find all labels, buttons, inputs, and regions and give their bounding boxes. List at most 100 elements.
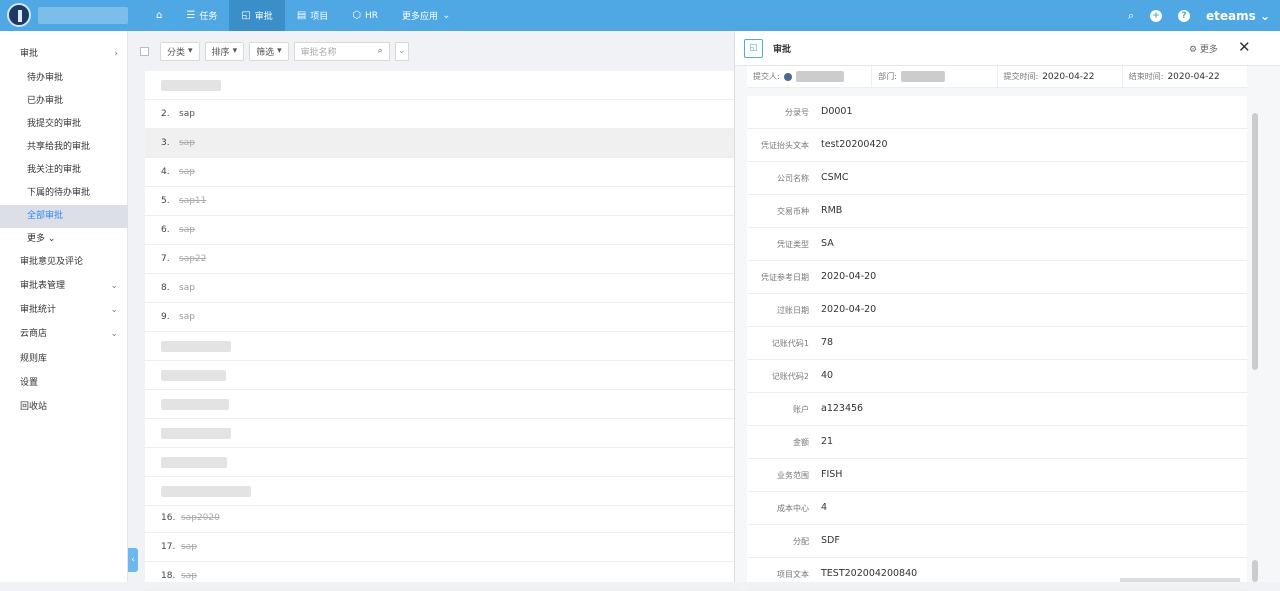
chevron-down-icon: ⌄ — [442, 10, 451, 21]
sidebar-item-label: 审批统计 — [20, 305, 57, 315]
sidebar-item-cloud-store[interactable]: 云商店 ⌄ — [0, 323, 128, 346]
field-row: 项目文本 TEST202004200840 — [747, 558, 1247, 591]
sidebar-item-submitted[interactable]: 我提交的审批 — [0, 113, 128, 136]
sidebar-item-all[interactable]: 全部审批 — [0, 205, 128, 228]
list-item[interactable]: 5. sap11 — [145, 187, 740, 216]
field-row: 记账代码1 78 — [747, 327, 1247, 360]
form-fields: 分录号 D0001 凭证抬头文本 test20200420 公司名称 CSMC 交易币… — [747, 96, 1247, 591]
sidebar-item-label: 更多 — [27, 234, 46, 244]
search-icon[interactable]: ⌕ — [378, 46, 383, 56]
nav-project[interactable]: ▤ 项目 — [285, 0, 340, 31]
field-label: 金额 — [793, 438, 809, 447]
sidebar-item-settings[interactable]: 设置 — [0, 372, 128, 395]
nav-more-apps[interactable]: 更多应用 ⌄ — [390, 0, 462, 31]
submitter: 提交人: — [747, 66, 873, 87]
add-icon[interactable]: + — [1149, 9, 1162, 22]
field-row: 金额 21 — [747, 426, 1247, 459]
close-icon[interactable]: ✕ — [1238, 38, 1251, 56]
sidebar-item-rules[interactable]: 规则库 — [0, 348, 128, 371]
search-options-dropdown[interactable]: ⌄ — [394, 41, 409, 61]
field-value: TEST202004200840 — [821, 568, 918, 579]
row-title: sap — [179, 138, 195, 148]
filter-label: 筛选 — [256, 47, 275, 58]
sidebar-item-done[interactable]: 已办审批 — [0, 90, 128, 113]
list-item[interactable]: 4. sap — [145, 158, 740, 187]
row-title: sap — [179, 109, 195, 119]
field-value: 40 — [821, 370, 834, 381]
user-avatar[interactable] — [7, 3, 31, 27]
more-menu-button[interactable]: ⚙ 更多 — [1189, 42, 1218, 55]
sidebar-item-shared[interactable]: 共享给我的审批 — [0, 136, 128, 159]
nav-home[interactable]: ⌂ — [144, 0, 174, 31]
list-item[interactable] — [145, 448, 740, 477]
list-item[interactable]: 8. sap — [145, 274, 740, 303]
filter-dropdown[interactable]: 筛选 ▾ — [249, 41, 289, 61]
list-item[interactable]: 16. sap2020 — [145, 504, 740, 533]
sidebar-item-pending[interactable]: 待办审批 — [0, 67, 128, 90]
sidebar-item-form-manage[interactable]: 审批表管理 ⌄ — [0, 275, 128, 298]
dept-name-blurred — [900, 71, 945, 82]
list-item[interactable]: 3. sap — [145, 129, 740, 158]
sidebar-item-statistics[interactable]: 审批统计 ⌄ — [0, 299, 128, 322]
sidebar-collapse-button[interactable]: ‹ — [128, 548, 138, 572]
field-label: 公司名称 — [777, 174, 809, 183]
sort-dropdown[interactable]: 排序 ▾ — [204, 41, 245, 61]
sidebar-item-comments[interactable]: 审批意见及评论 — [0, 251, 128, 274]
row-title: sap11 — [179, 196, 207, 206]
nav-tasks[interactable]: ☰ 任务 — [174, 0, 229, 31]
list-item[interactable] — [145, 361, 740, 390]
company-name-blurred — [38, 7, 128, 24]
field-value: test20200420 — [821, 139, 888, 150]
nav-approval-label: 审批 — [254, 12, 273, 22]
chevron-down-icon: ⌄ — [47, 234, 56, 244]
select-all-checkbox[interactable] — [140, 46, 149, 56]
list-item[interactable]: 9. sap — [145, 303, 740, 332]
sidebar-item-label: 审批表管理 — [20, 281, 66, 291]
list-item[interactable] — [145, 71, 740, 100]
list-item[interactable] — [145, 332, 740, 361]
hr-icon: ⬡ — [352, 10, 362, 21]
sidebar-item-label: 规则库 — [20, 354, 48, 364]
row-number: 5. — [161, 196, 170, 206]
sidebar-item-label: 云商店 — [20, 329, 48, 339]
main-nav: ⌂ ☰ 任务 ◱ 审批 ▤ 项目 ⬡ HR 更多应用 ⌄ — [144, 0, 462, 31]
brand-menu[interactable]: eteams ⌄ — [1206, 9, 1270, 23]
panel-scrollbar[interactable] — [1252, 113, 1258, 370]
field-label: 成本中心 — [777, 504, 809, 513]
field-row: 账户 a123456 — [747, 393, 1247, 426]
sidebar-item-recycle[interactable]: 回收站 — [0, 396, 128, 419]
submitter-label: 提交人: — [753, 72, 780, 81]
sidebar-item-approval[interactable]: 审批 › — [0, 43, 128, 66]
list-item[interactable] — [145, 419, 740, 448]
approval-meta: 提交人: 部门: 提交时间: 2020-04-22 结束时间: 2020-04-22 — [747, 66, 1247, 88]
field-row: 记账代码2 40 — [747, 360, 1247, 393]
page-scrollbar[interactable] — [1252, 560, 1258, 582]
list-item[interactable] — [145, 477, 740, 506]
row-number: 18. — [161, 571, 176, 581]
list-item[interactable]: 2. sap — [145, 100, 740, 129]
row-title: sap — [181, 571, 197, 581]
field-value: D0001 — [821, 106, 853, 117]
field-label: 记账代码2 — [771, 372, 809, 381]
sidebar-item-label: 共享给我的审批 — [27, 142, 91, 152]
search-icon[interactable]: ⌕ — [1128, 9, 1134, 23]
nav-hr[interactable]: ⬡ HR — [340, 0, 390, 31]
sidebar-item-subordinate[interactable]: 下属的待办审批 — [0, 182, 128, 205]
category-dropdown[interactable]: 分类 ▾ — [160, 41, 200, 61]
list-item[interactable] — [145, 390, 740, 419]
list-item[interactable]: 18. sap — [145, 562, 740, 591]
nav-more-apps-label: 更多应用 — [402, 12, 439, 22]
chevron-right-icon: › — [114, 49, 118, 59]
sidebar-item-more[interactable]: 更多 ⌄ — [0, 228, 128, 251]
list-toolbar: 分类 ▾ 排序 ▾ 筛选 ▾ 审批名称 ⌕ ⌄ — [140, 41, 409, 61]
help-icon[interactable]: ? — [1177, 9, 1190, 22]
horizontal-scrollbar[interactable] — [1120, 578, 1240, 582]
search-input[interactable]: 审批名称 ⌕ — [293, 41, 390, 61]
list-item[interactable]: 6. sap — [145, 216, 740, 245]
nav-approval[interactable]: ◱ 审批 — [229, 0, 285, 31]
list-item[interactable]: 7. sap22 — [145, 245, 740, 274]
row-number: 8. — [161, 283, 170, 293]
sidebar-item-followed[interactable]: 我关注的审批 — [0, 159, 128, 182]
sidebar-item-label: 回收站 — [20, 402, 48, 412]
list-item[interactable]: 17. sap — [145, 533, 740, 562]
